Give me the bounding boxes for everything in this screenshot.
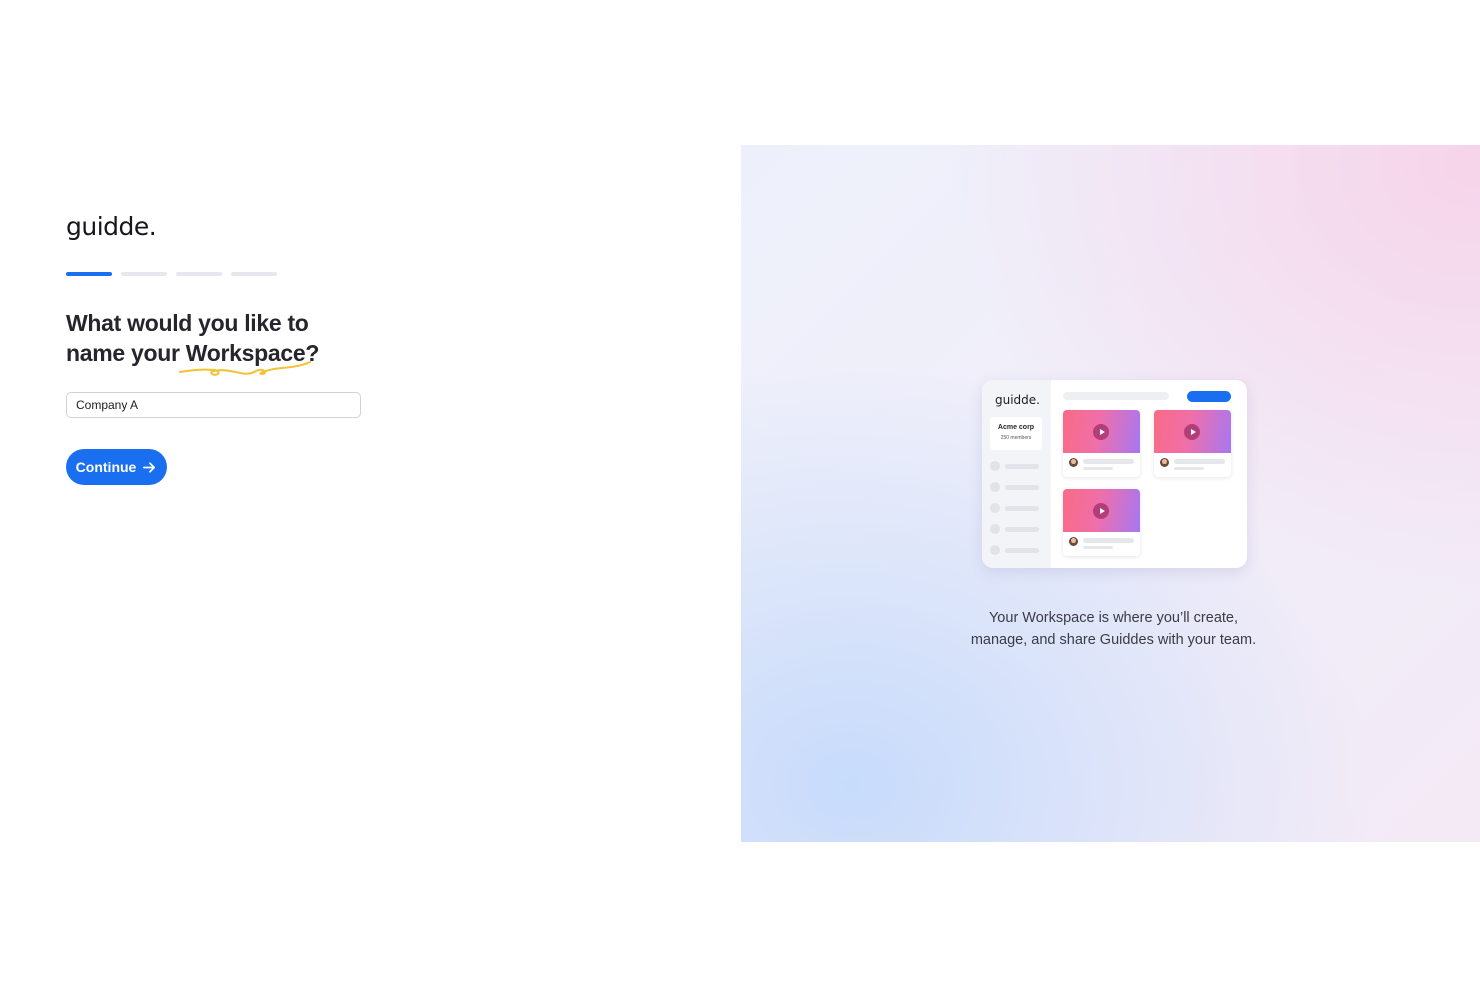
play-icon [1093,503,1109,519]
workspace-illustration: guidde. Acme corp 250 members [982,380,1247,568]
continue-label: Continue [75,459,137,475]
mock-logo: guidde. [995,393,1040,407]
continue-button[interactable]: Continue [66,449,167,485]
mock-video-card [1154,410,1231,477]
title-line-1: What would you like to [66,310,309,336]
brand-logo: guidde. [66,212,157,241]
title-line-2-prefix: name your [66,340,186,366]
mock-search-bar [1063,392,1169,400]
page-title: What would you like to name your Workspa… [66,308,319,376]
mock-video-card [1063,489,1140,556]
caption-line-1: Your Workspace is where you’ll create, [988,610,1239,626]
avatar [1069,458,1078,467]
mock-nav-item [990,524,1039,534]
mock-org-name: Acme corp [997,424,1035,431]
progress-step-2 [121,272,167,276]
mock-nav-item [990,482,1039,492]
promo-panel: guidde. Acme corp 250 members Your Works… [741,145,1480,842]
play-icon [1184,424,1200,440]
avatar [1160,458,1169,467]
progress-step-1 [66,272,112,276]
arrow-right-icon [143,461,156,473]
mock-nav-item [990,461,1039,471]
mock-org-card: Acme corp 250 members [990,417,1042,450]
mock-nav-item [990,545,1039,555]
squiggle-underline-icon [178,361,311,376]
mock-sidebar: guidde. Acme corp 250 members [982,380,1051,568]
progress-step-3 [176,272,222,276]
video-thumbnail [1063,489,1140,532]
video-thumbnail [1154,410,1231,453]
mock-nav-item [990,503,1039,513]
play-icon [1093,424,1109,440]
video-thumbnail [1063,410,1140,453]
progress-step-4 [231,272,277,276]
mock-video-card [1063,410,1140,477]
avatar [1069,537,1078,546]
caption-line-2: manage, and share Guiddes with your team… [970,632,1257,648]
mock-action-button [1187,391,1231,402]
workspace-name-input[interactable] [66,392,361,418]
promo-caption: Your Workspace is where you’ll create, m… [741,607,1480,651]
title-highlight: Workspace [178,338,311,376]
mock-org-members: 250 members [1000,435,1032,441]
progress-steps [66,272,277,276]
